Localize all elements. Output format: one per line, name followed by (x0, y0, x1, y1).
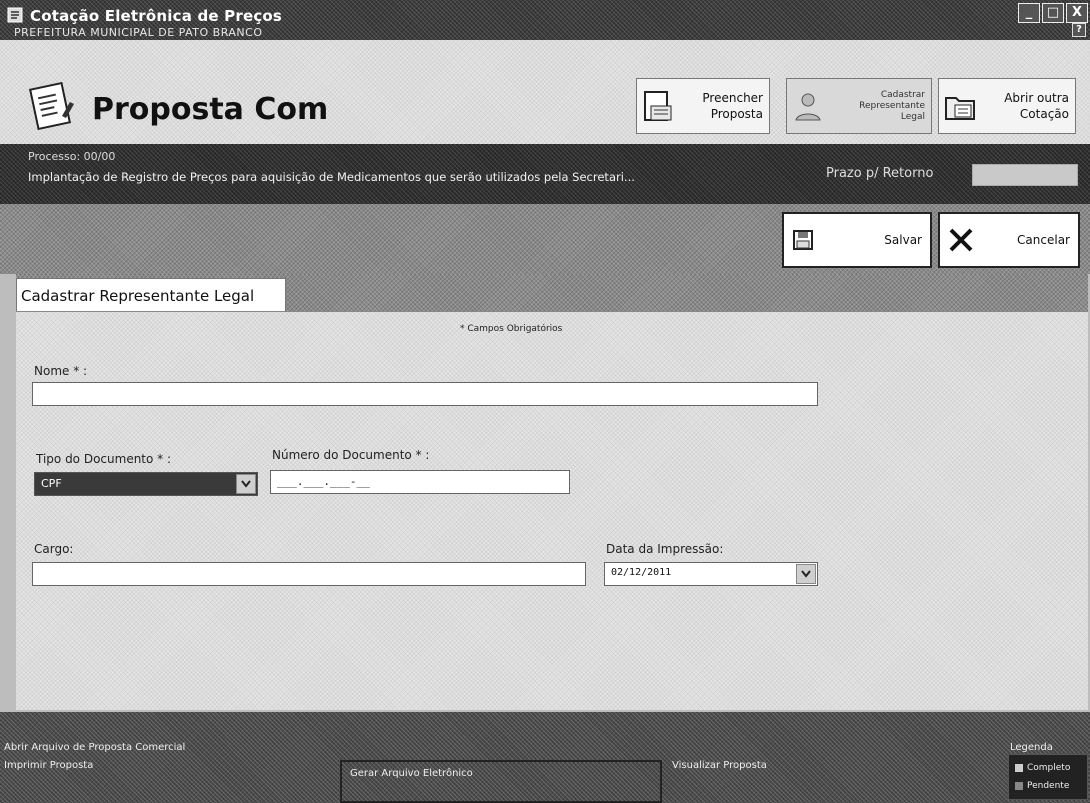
prazo-retorno-value (972, 164, 1078, 186)
preencher-proposta-label: Preencher Proposta (702, 91, 763, 121)
app-name: Proposta Com (92, 92, 329, 127)
gerar-arquivo-label: Gerar Arquivo Eletrônico (350, 768, 473, 779)
objeto-description: Implantação de Registro de Preços para a… (28, 170, 635, 184)
data-impressao-input[interactable]: 02/12/2011 (604, 562, 818, 586)
data-impressao-value: 02/12/2011 (611, 567, 672, 578)
legend-label: Pendente (1027, 781, 1070, 791)
legend-item-pendente: Pendente (1015, 781, 1069, 791)
cadastrar-representante-label: Cadastrar Representante Legal (859, 89, 925, 122)
cancel-label: Cancelar (1017, 233, 1070, 247)
required-fields-note: * Campos Obrigatórios (460, 324, 563, 334)
chevron-down-icon[interactable] (236, 474, 256, 494)
save-icon (793, 230, 813, 250)
legend-item-completo: Completo (1015, 763, 1070, 773)
legend-swatch (1015, 764, 1023, 772)
window-titlebar: Cotação Eletrônica de Preços PREFEITURA … (0, 0, 1090, 40)
maximize-button[interactable]: □ (1042, 3, 1064, 23)
legend-title: Legenda (1010, 742, 1053, 753)
nome-label: Nome * : (34, 364, 88, 378)
numero-documento-input[interactable]: ___.___.___-__ (270, 470, 570, 494)
save-label: Salvar (884, 233, 922, 247)
tab-cadastrar-representante[interactable]: Cadastrar Representante Legal (16, 278, 286, 312)
save-button[interactable]: Salvar (782, 212, 932, 268)
window-subtitle: PREFEITURA MUNICIPAL DE PATO BRANCO (14, 26, 263, 39)
cancel-x-icon (949, 228, 973, 252)
abrir-arquivo-link[interactable]: Abrir Arquivo de Proposta Comercial (4, 742, 185, 753)
form-body (16, 311, 1088, 710)
abrir-outra-cotacao-button[interactable]: Abrir outra Cotação (938, 78, 1076, 134)
help-button[interactable]: ? (1072, 23, 1086, 37)
tipo-documento-value: CPF (41, 477, 62, 490)
tipo-documento-label: Tipo do Documento * : (36, 452, 172, 466)
cargo-input[interactable] (32, 562, 586, 586)
visualizar-proposta-link[interactable]: Visualizar Proposta (672, 760, 767, 771)
tipo-documento-select[interactable]: CPF (34, 472, 258, 496)
processo-number: Processo: 00/00 (28, 150, 116, 163)
cadastrar-representante-button[interactable]: Cadastrar Representante Legal (786, 78, 932, 134)
minimize-button[interactable]: _ (1018, 3, 1040, 23)
legend-label: Completo (1027, 763, 1071, 773)
abrir-outra-cotacao-label: Abrir outra Cotação (1004, 91, 1069, 121)
nome-input[interactable] (32, 382, 818, 406)
numero-documento-label: Número do Documento * : (272, 448, 430, 462)
legend-swatch (1015, 782, 1023, 790)
document-edit-icon (29, 82, 74, 130)
data-impressao-label: Data da Impressão: (606, 542, 724, 556)
app-icon (7, 7, 23, 23)
preencher-proposta-button[interactable]: Preencher Proposta (636, 78, 770, 134)
cargo-label: Cargo: (34, 542, 74, 556)
prazo-retorno-label: Prazo p/ Retorno (826, 166, 934, 181)
calendar-dropdown-icon[interactable] (796, 564, 816, 584)
cancel-button[interactable]: Cancelar (938, 212, 1080, 268)
fill-proposal-icon (644, 91, 672, 121)
close-button[interactable]: X (1066, 3, 1088, 23)
representative-icon (795, 93, 821, 121)
cotacao-info-band: Processo: 00/00 Implantação de Registro … (0, 144, 1090, 204)
legend-box: Completo Pendente (1008, 754, 1088, 800)
window-title: Cotação Eletrônica de Preços (30, 7, 283, 25)
imprimir-proposta-link[interactable]: Imprimir Proposta (4, 760, 93, 771)
open-folder-icon (945, 97, 975, 120)
gerar-arquivo-button[interactable]: Gerar Arquivo Eletrônico (340, 760, 662, 803)
